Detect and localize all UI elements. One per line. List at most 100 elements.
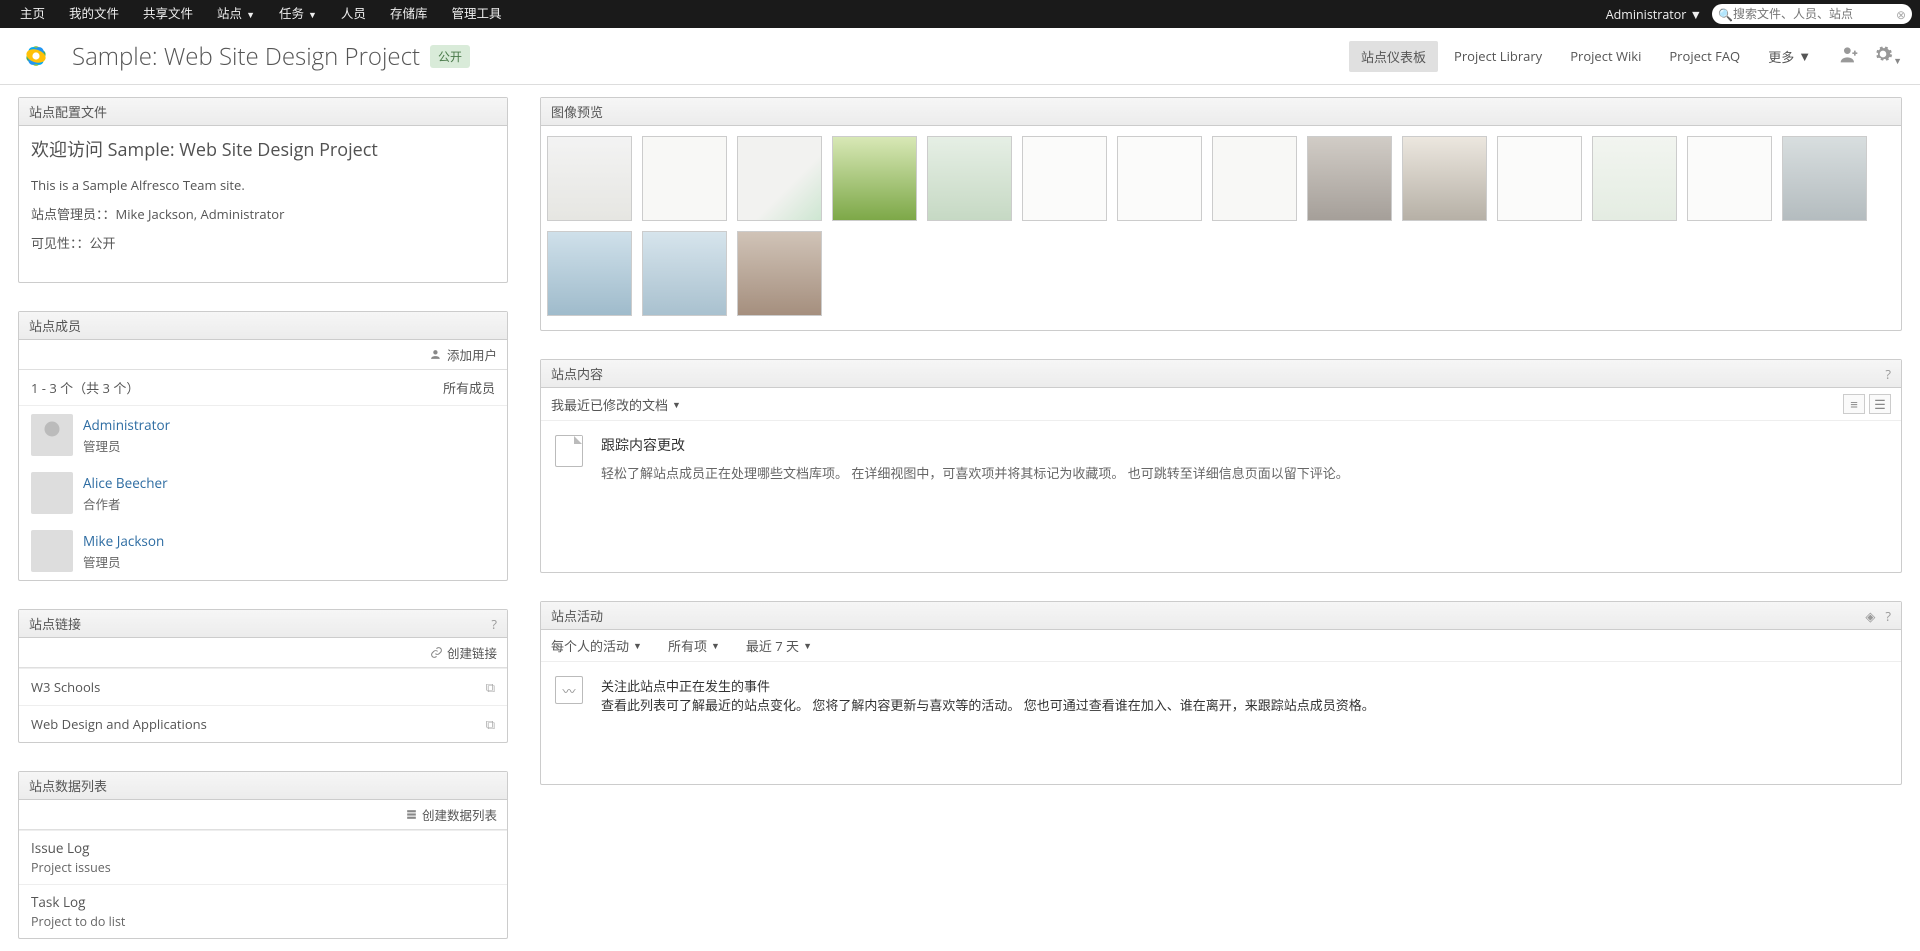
activity-filter-scope[interactable]: 每个人的活动▼ xyxy=(551,636,642,655)
dashlet-site-content: 站点内容? 我最近已修改的文档▼ ≡ ☰ 跟踪内容更改 轻松了解站点成员正在处理… xyxy=(540,359,1902,573)
avatar[interactable] xyxy=(31,414,73,456)
dashlet-title: 站点链接 xyxy=(29,614,81,633)
menu-shared[interactable]: 共享文件 xyxy=(131,0,205,29)
detail-view-icon[interactable]: ☰ xyxy=(1869,394,1891,414)
link-item[interactable]: W3 Schools⧉ xyxy=(19,668,507,705)
tab-library[interactable]: Project Library xyxy=(1442,41,1554,71)
add-user-button[interactable]: 添加用户 xyxy=(430,345,497,364)
dashlet-datalists: 站点数据列表 创建数据列表 Issue Log Project issues T… xyxy=(18,771,508,939)
datalist-item[interactable]: Issue Log Project issues xyxy=(19,830,507,884)
menu-tasks[interactable]: 任务▼ xyxy=(267,0,329,29)
activity-filter-range[interactable]: 最近 7 天▼ xyxy=(746,636,812,655)
image-thumbnail[interactable] xyxy=(1687,136,1772,221)
tab-dashboard[interactable]: 站点仪表板 xyxy=(1349,41,1438,72)
image-thumbnail[interactable] xyxy=(1117,136,1202,221)
chevron-down-icon: ▼ xyxy=(711,639,720,652)
dashlet-title: 站点配置文件 xyxy=(29,102,107,121)
site-nav: 站点仪表板 Project Library Project Wiki Proje… xyxy=(1349,41,1823,72)
image-thumbnail[interactable] xyxy=(832,136,917,221)
dashlet-site-activities: 站点活动◈? 每个人的活动▼ 所有项▼ 最近 7 天▼ 〰 关注此站点中正在发生… xyxy=(540,601,1902,785)
create-datalist-button[interactable]: 创建数据列表 xyxy=(405,805,497,824)
menu-myfiles[interactable]: 我的文件 xyxy=(57,0,131,29)
image-thumbnail[interactable] xyxy=(737,136,822,221)
image-thumbnail[interactable] xyxy=(547,136,632,221)
member-row: Administrator 管理员 xyxy=(19,406,507,464)
global-search[interactable]: 🔍 ⊗ xyxy=(1712,4,1912,24)
menu-home[interactable]: 主页 xyxy=(8,0,57,29)
member-row: Mike Jackson 管理员 xyxy=(19,522,507,580)
avatar[interactable] xyxy=(31,530,73,572)
image-thumbnail[interactable] xyxy=(1782,136,1867,221)
gear-icon[interactable]: ▼ xyxy=(1873,44,1902,68)
site-title: Sample: Web Site Design Project xyxy=(72,40,420,73)
member-role: 合作者 xyxy=(83,494,168,513)
image-thumbnail[interactable] xyxy=(642,136,727,221)
copy-icon[interactable]: ⧉ xyxy=(486,715,495,733)
content-filter[interactable]: 我最近已修改的文档▼ xyxy=(551,395,681,414)
user-menu[interactable]: Administrator ▼ xyxy=(1596,6,1712,23)
info-description: 查看此列表可了解最近的站点变化。 您将了解内容更新与喜欢等的活动。 您也可通过查… xyxy=(601,695,1375,714)
alfresco-logo-icon xyxy=(18,38,54,74)
link-item[interactable]: Web Design and Applications⧉ xyxy=(19,705,507,742)
invite-user-icon[interactable] xyxy=(1839,44,1859,68)
help-icon[interactable]: ? xyxy=(1885,365,1891,383)
site-description: This is a Sample Alfresco Team site. xyxy=(31,176,495,194)
search-input[interactable] xyxy=(1733,7,1896,21)
tab-wiki[interactable]: Project Wiki xyxy=(1558,41,1653,71)
rss-icon[interactable]: ◈ xyxy=(1865,607,1875,625)
image-thumbnail[interactable] xyxy=(1402,136,1487,221)
menu-admin[interactable]: 管理工具 xyxy=(439,0,513,29)
image-thumbnail[interactable] xyxy=(1497,136,1582,221)
dashboard: 站点配置文件 欢迎访问 Sample: Web Site Design Proj… xyxy=(0,85,1920,951)
all-members-link[interactable]: 所有成员 xyxy=(443,378,495,397)
chevron-down-icon: ▼ xyxy=(308,8,317,21)
tab-faq[interactable]: Project FAQ xyxy=(1657,41,1752,71)
list-view-icon[interactable]: ≡ xyxy=(1843,394,1865,414)
top-menu: 主页 我的文件 共享文件 站点▼ 任务▼ 人员 存储库 管理工具 xyxy=(8,0,513,29)
help-icon[interactable]: ? xyxy=(491,615,497,633)
member-name[interactable]: Alice Beecher xyxy=(83,474,168,492)
help-icon[interactable]: ? xyxy=(1885,607,1891,625)
site-visibility: 可见性：：公开 xyxy=(31,233,495,252)
member-role: 管理员 xyxy=(83,552,164,571)
image-thumbnail[interactable] xyxy=(1212,136,1297,221)
image-thumbnail[interactable] xyxy=(1022,136,1107,221)
copy-icon[interactable]: ⧉ xyxy=(486,678,495,696)
image-thumbnail[interactable] xyxy=(737,231,822,316)
image-thumbnail[interactable] xyxy=(927,136,1012,221)
image-thumbnail[interactable] xyxy=(547,231,632,316)
site-header: Sample: Web Site Design Project 公开 站点仪表板… xyxy=(0,28,1920,85)
dashlet-members: 站点成员 添加用户 1 - 3 个（共 3 个） 所有成员 Administra… xyxy=(18,311,508,581)
info-title: 跟踪内容更改 xyxy=(601,435,1349,455)
activity-filter-type[interactable]: 所有项▼ xyxy=(668,636,720,655)
create-link-button[interactable]: 创建链接 xyxy=(430,643,497,662)
image-thumbnail[interactable] xyxy=(1307,136,1392,221)
datalist-item[interactable]: Task Log Project to do list xyxy=(19,884,507,938)
welcome-text: 欢迎访问 Sample: Web Site Design Project xyxy=(31,136,495,162)
dashlet-title: 图像预览 xyxy=(551,102,603,121)
dashlet-title: 站点数据列表 xyxy=(29,776,107,795)
chevron-down-icon: ▼ xyxy=(1690,6,1702,23)
activity-icon: 〰 xyxy=(555,676,583,704)
chevron-down-icon: ▼ xyxy=(246,8,255,21)
dashlet-title: 站点成员 xyxy=(29,316,81,335)
info-title: 关注此站点中正在发生的事件 xyxy=(601,676,1375,695)
chevron-down-icon: ▼ xyxy=(633,639,642,652)
menu-sites[interactable]: 站点▼ xyxy=(205,0,267,29)
image-thumbnail[interactable] xyxy=(1592,136,1677,221)
clear-icon[interactable]: ⊗ xyxy=(1896,6,1906,23)
menu-repo[interactable]: 存储库 xyxy=(378,0,440,29)
image-thumbnail[interactable] xyxy=(642,231,727,316)
tab-more[interactable]: 更多▼ xyxy=(1756,41,1823,72)
avatar[interactable] xyxy=(31,472,73,514)
member-name[interactable]: Mike Jackson xyxy=(83,532,164,550)
dashlet-links: 站点链接? 创建链接 W3 Schools⧉ Web Design and Ap… xyxy=(18,609,508,743)
menu-people[interactable]: 人员 xyxy=(329,0,378,29)
image-grid xyxy=(541,126,1901,330)
dashlet-site-profile: 站点配置文件 欢迎访问 Sample: Web Site Design Proj… xyxy=(18,97,508,283)
visibility-badge: 公开 xyxy=(430,45,470,68)
dashlet-title: 站点内容 xyxy=(551,364,603,383)
chevron-down-icon: ▼ xyxy=(803,639,812,652)
member-name[interactable]: Administrator xyxy=(83,416,170,434)
member-role: 管理员 xyxy=(83,436,170,455)
